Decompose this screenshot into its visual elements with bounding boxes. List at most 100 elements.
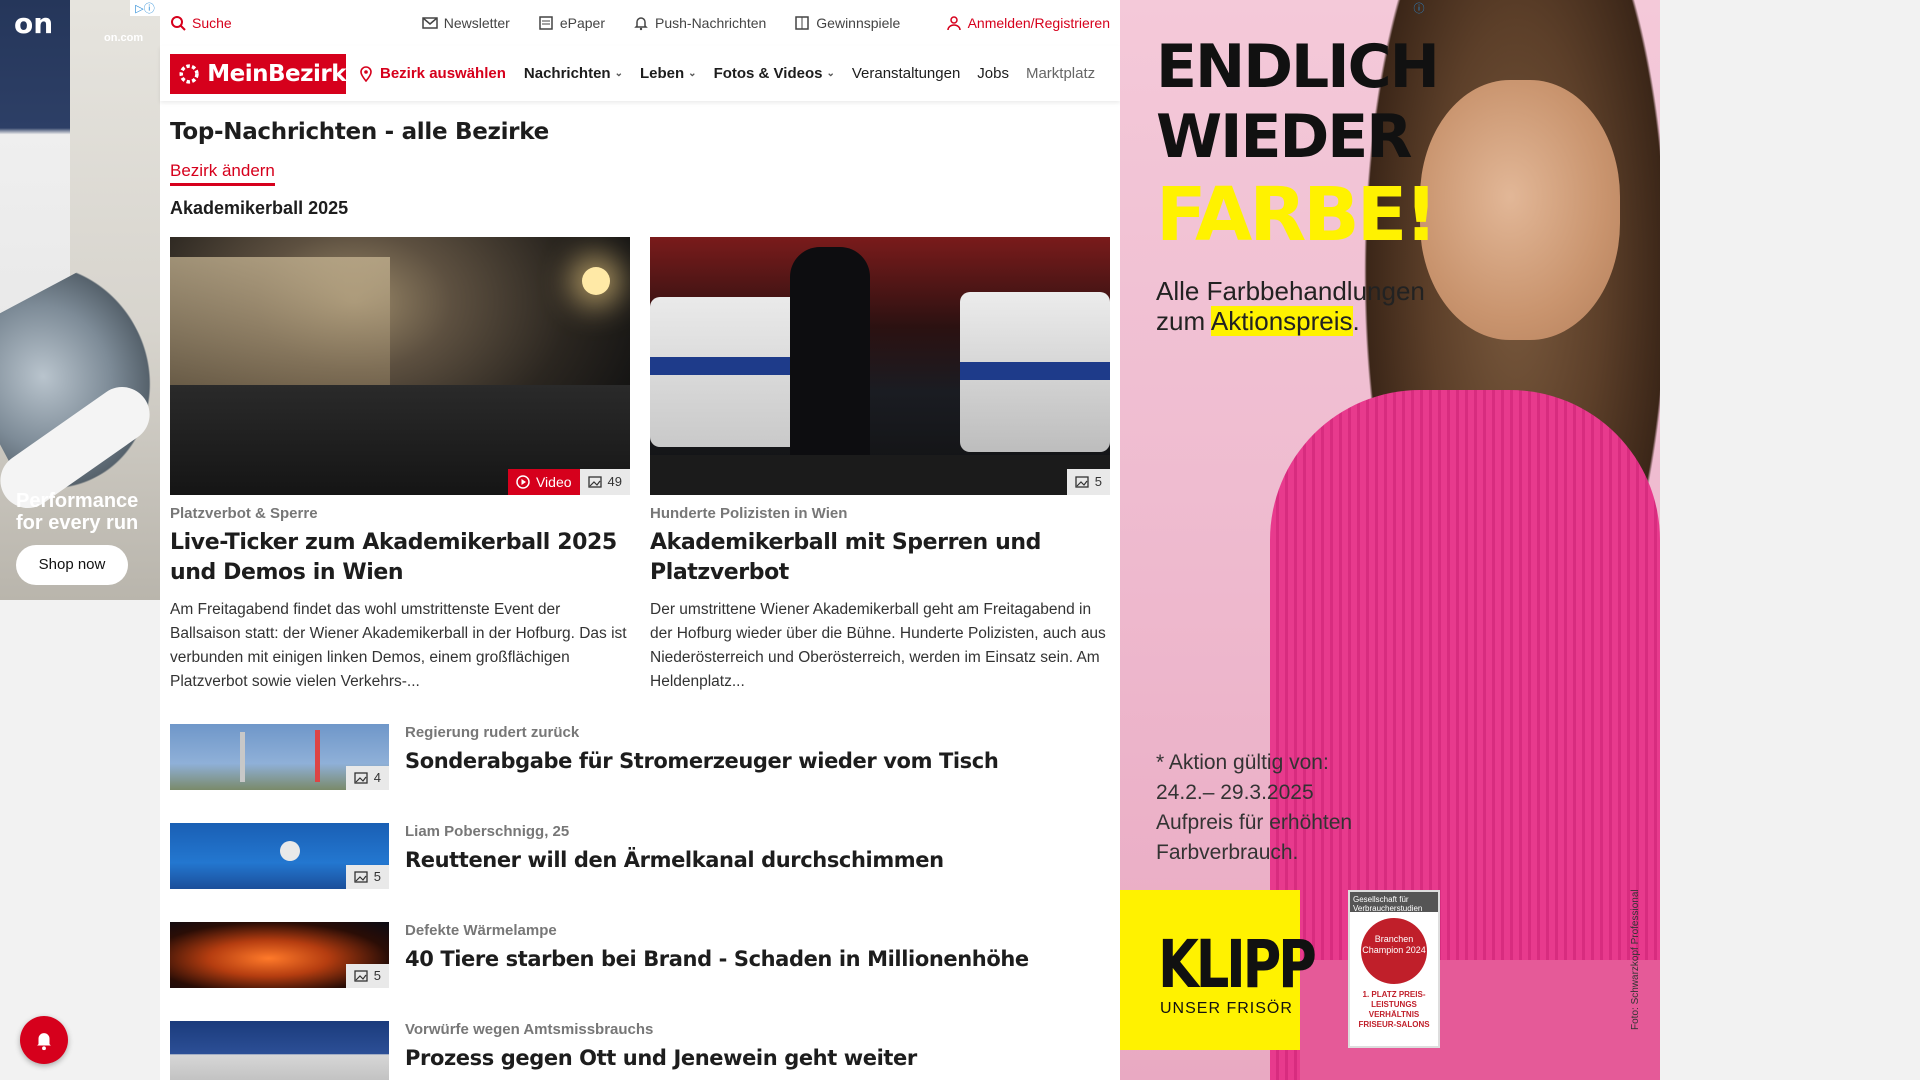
ad-model-face [1420, 80, 1620, 340]
mail-icon [421, 17, 438, 29]
list-item[interactable]: 5 Liam Poberschnigg, 25 Reuttener will d… [170, 823, 1110, 889]
ad-shop-now-button[interactable]: Shop now [16, 545, 128, 585]
photo-count: 5 [373, 968, 381, 983]
article-image[interactable]: Video 49 [170, 237, 630, 495]
list-item[interactable]: Vorwürfe wegen Amtsmissbrauchs Prozess g… [170, 1021, 1110, 1080]
video-badge: Video [507, 469, 580, 495]
list-thumbnail[interactable]: 5 [170, 922, 389, 988]
list-kicker: Liam Poberschnigg, 25 [405, 823, 570, 840]
bezirk-label: Bezirk auswählen [380, 65, 506, 82]
user-icon [946, 16, 961, 31]
ad-note-line: Aufpreis für erhöhten [1156, 811, 1353, 834]
article-card[interactable]: 5 Hunderte Polizisten in Wien Akademiker… [650, 237, 1110, 694]
ad-subline-2: zum Aktionspreis. [1156, 306, 1425, 336]
photo-count-badge: 49 [579, 469, 630, 495]
nav-fotos-videos[interactable]: Fotos & Videos ⌄ [714, 65, 835, 82]
list-kicker: Defekte Wärmelampe [405, 922, 557, 939]
image-ground [650, 455, 1110, 495]
notification-bell-button[interactable] [20, 1016, 68, 1064]
bell-icon [634, 17, 648, 31]
list-item[interactable]: 4 Regierung rudert zurück Sonderabgabe f… [170, 724, 1110, 790]
ad-subline-post: . [1352, 306, 1360, 336]
search-link[interactable]: Suche [170, 15, 232, 31]
list-headline[interactable]: Prozess gegen Ott und Jenewein geht weit… [405, 1046, 917, 1070]
login-link[interactable]: Anmelden/Registrieren [946, 15, 1110, 31]
epaper-link[interactable]: ePaper [538, 15, 605, 31]
list-thumbnail[interactable]: 5 [170, 823, 389, 889]
image-lamp [582, 267, 610, 295]
ad-note-line: * Aktion gültig von: [1156, 751, 1329, 774]
left-skyscraper-ad[interactable]: on on.com ▷ⓘ Performance for every run S… [0, 0, 160, 600]
newspaper-icon [539, 16, 553, 30]
featured-cards: Video 49 Platzverbot & Sperre Live-Ticke… [170, 237, 1110, 694]
epaper-label: ePaper [559, 15, 605, 31]
ad-headline-line: WIEDER [1156, 102, 1412, 172]
ad-tagline: Performance for every run [16, 490, 139, 534]
list-kicker: Regierung rudert zurück [405, 724, 580, 741]
photo-count-badge: 5 [345, 964, 389, 988]
ad-highlight: FARBE! [1156, 172, 1438, 258]
seal-text: 1. PLATZ PREIS-LEISTUNGS VERHÄLTNIS FRIS… [1358, 990, 1430, 1029]
gift-icon [795, 16, 810, 30]
newsletter-link[interactable]: Newsletter [421, 15, 510, 31]
ad-choices-icon[interactable]: ▷ⓘ [130, 0, 160, 16]
article-list: 4 Regierung rudert zurück Sonderabgabe f… [170, 724, 1110, 1080]
ad-site-label: on.com [104, 32, 144, 44]
photo-count: 5 [373, 869, 381, 884]
ad-brand-logo: on [14, 7, 54, 40]
photo-count-badge: 5 [345, 865, 389, 889]
change-bezirk-link[interactable]: Bezirk ändern [170, 161, 275, 186]
gewinnspiele-link[interactable]: Gewinnspiele [794, 15, 900, 31]
right-skyscraper-ad[interactable]: ⓘ ENDLICH WIEDER FARBE! Alle Farbbehandl… [1120, 0, 1660, 1080]
ad-award-seal: Gesellschaft für Verbraucherstudien GmbH… [1348, 890, 1440, 1048]
image-van-stripe [960, 362, 1110, 380]
list-thumbnail[interactable] [170, 1021, 389, 1080]
article-image[interactable]: 5 [650, 237, 1110, 495]
push-link[interactable]: Push-Nachrichten [633, 15, 766, 31]
ad-note-line: 24.2.– 29.3.2025 [1156, 781, 1314, 804]
nav-marktplatz[interactable]: Marktplatz [1026, 65, 1095, 82]
nav-leben-label: Leben [639, 65, 685, 82]
gewinnspiele-label: Gewinnspiele [816, 15, 901, 31]
ad-brand-sub: UNSER FRISÖR [1160, 1000, 1293, 1017]
list-item[interactable]: 5 Defekte Wärmelampe 40 Tiere starben be… [170, 922, 1110, 988]
article-card[interactable]: Video 49 Platzverbot & Sperre Live-Ticke… [170, 237, 630, 694]
list-headline[interactable]: Reuttener will den Ärmelkanal durchschim… [405, 848, 944, 872]
list-headline[interactable]: 40 Tiere starben bei Brand - Schaden in … [405, 947, 1029, 971]
ad-subline: Alle Farbbehandlungen zum Aktionspreis. [1156, 276, 1425, 336]
video-label: Video [535, 474, 572, 490]
list-thumbnail[interactable]: 4 [170, 724, 389, 790]
ad-note: * Aktion gültig von: 24.2.– 29.3.2025 Au… [1156, 748, 1352, 868]
chevron-down-icon: ⌄ [826, 68, 835, 79]
ad-brand-logo: KLIPP [1158, 926, 1317, 1003]
nav-nachrichten[interactable]: Nachrichten ⌄ [524, 65, 623, 82]
photo-count-badge: 5 [1066, 469, 1110, 495]
newsletter-label: Newsletter [443, 15, 510, 31]
page-title: Top-Nachrichten - alle Bezirke [170, 119, 549, 145]
list-headline[interactable]: Sonderabgabe für Stromerzeuger wieder vo… [405, 749, 999, 773]
logo-text: MeinBezirk [207, 60, 346, 87]
ad-brand-block: KLIPP UNSER FRISÖR [1120, 890, 1317, 1050]
nav-leben[interactable]: Leben ⌄ [640, 65, 697, 82]
gallery-icon [1075, 476, 1089, 488]
seal-top: Gesellschaft für Verbraucherstudien GmbH [1350, 892, 1438, 922]
nav-veranstaltungen[interactable]: Veranstaltungen [852, 65, 960, 82]
photo-count-badge: 4 [345, 766, 389, 790]
ad-headline: ENDLICH WIEDER [1156, 32, 1440, 172]
gallery-icon [354, 772, 368, 784]
article-headline[interactable]: Akademikerball mit Sperren und Platzverb… [650, 528, 1110, 588]
site-logo[interactable]: MeinBezirk [170, 53, 346, 94]
nav-jobs[interactable]: Jobs [977, 65, 1009, 82]
play-icon [516, 475, 530, 489]
photo-count: 4 [373, 770, 381, 785]
main-navigation: MeinBezirk Bezirk auswählen Nachrichten ⌄… [160, 46, 1120, 101]
search-label: Suche [192, 15, 232, 31]
thumb-chimney [315, 730, 320, 782]
ad-subline-pre: zum [1156, 306, 1211, 336]
bezirk-select[interactable]: Bezirk auswählen [358, 65, 506, 82]
article-headline[interactable]: Live-Ticker zum Akademikerball 2025 und … [170, 528, 630, 588]
ad-info-icon[interactable]: ⓘ [1404, 0, 1434, 16]
utility-bar: Suche Newsletter ePaper Push-Nachrichten… [160, 0, 1120, 46]
ad-runner-leg [0, 0, 70, 320]
gallery-icon [587, 476, 602, 488]
